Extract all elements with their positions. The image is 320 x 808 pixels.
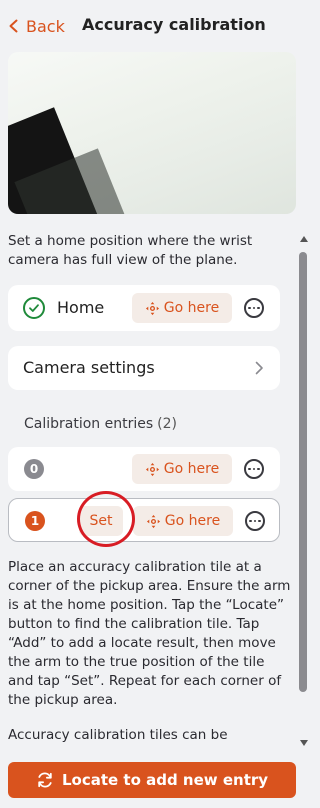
scrollbar-track[interactable]: [298, 246, 308, 734]
chevron-left-icon: [9, 19, 18, 33]
calibration-entry-1[interactable]: 1 Set Go here: [8, 498, 280, 542]
camera-settings-row[interactable]: Camera settings: [8, 346, 280, 390]
home-card: Home Go here: [8, 285, 280, 331]
entry-index-badge: 0: [24, 459, 44, 479]
home-label: Home: [57, 298, 105, 317]
home-go-here-button[interactable]: Go here: [132, 293, 232, 323]
scrollbar[interactable]: [298, 236, 310, 746]
scroll-down-arrow-icon[interactable]: [300, 740, 308, 746]
section-title: Calibration entries: [24, 416, 154, 432]
refresh-icon: [38, 772, 52, 788]
back-button[interactable]: Back: [6, 14, 65, 38]
camera-settings-label: Camera settings: [23, 358, 155, 377]
entry-index-badge: 1: [25, 511, 45, 531]
go-here-label: Go here: [164, 513, 221, 529]
entry-1-set-button[interactable]: Set: [79, 506, 123, 536]
footer-text: Accuracy calibration tiles can be: [8, 727, 228, 743]
go-here-label: Go here: [163, 461, 220, 477]
entry-1-go-here-button[interactable]: Go here: [133, 506, 233, 536]
chevron-right-icon: [255, 361, 263, 375]
entry-count: (2): [157, 416, 177, 432]
scroll-content[interactable]: Set a home position where the wrist came…: [0, 226, 316, 748]
camera-preview: [8, 52, 296, 214]
calibration-entry-0[interactable]: 0 Go here: [8, 447, 280, 491]
more-options-icon[interactable]: [244, 459, 264, 479]
move-arrows-icon: [145, 462, 159, 476]
move-arrows-icon: [145, 301, 159, 315]
more-options-icon[interactable]: [244, 298, 264, 318]
locate-add-entry-button[interactable]: Locate to add new entry: [8, 762, 296, 798]
move-arrows-icon: [146, 514, 160, 528]
more-options-icon[interactable]: [245, 511, 265, 531]
intro-text: Set a home position where the wrist came…: [8, 233, 253, 268]
top-bar: Back Accuracy calibration: [0, 0, 316, 52]
back-label: Back: [26, 16, 65, 36]
scroll-up-arrow-icon[interactable]: [300, 236, 308, 242]
go-here-label: Go here: [163, 300, 220, 316]
instructions-text: Place an accuracy calibration tile at a …: [8, 559, 291, 708]
primary-button-label: Locate to add new entry: [61, 771, 269, 789]
calibration-entries-heading: Calibration entries (2): [24, 416, 177, 432]
scrollbar-thumb[interactable]: [299, 252, 307, 692]
page-title: Accuracy calibration: [82, 15, 266, 34]
check-circle-icon: [23, 297, 45, 319]
entry-0-go-here-button[interactable]: Go here: [132, 454, 232, 484]
